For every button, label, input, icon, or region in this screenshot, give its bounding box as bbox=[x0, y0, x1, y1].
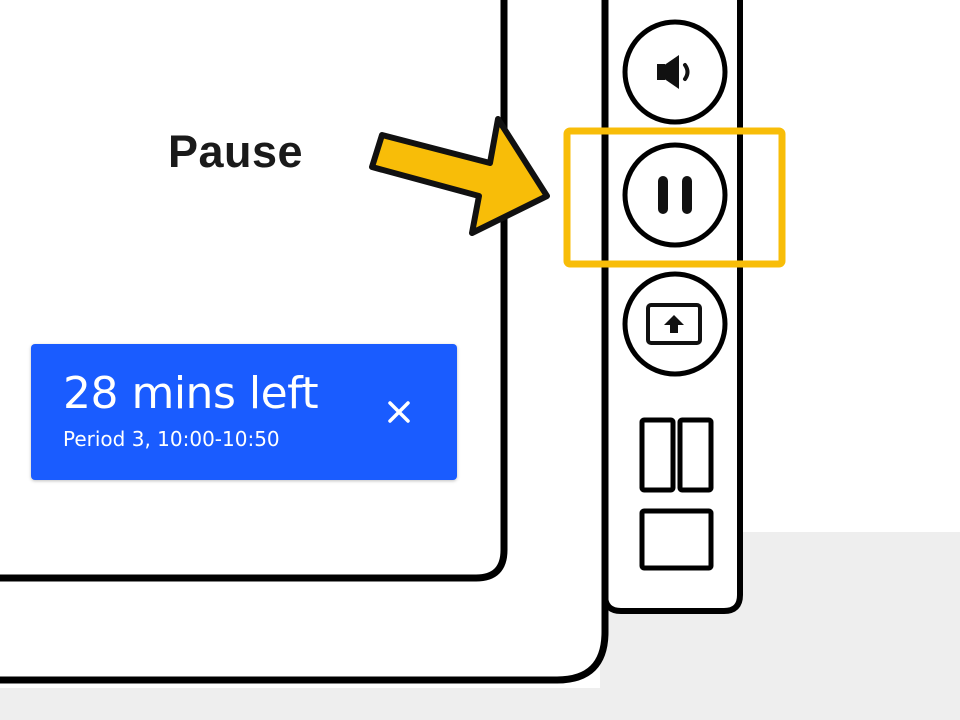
floor-strip bbox=[0, 688, 960, 720]
close-icon bbox=[388, 401, 410, 423]
toast-title: 28 mins left bbox=[63, 368, 319, 419]
share-screen-button[interactable] bbox=[622, 271, 728, 377]
toast-subtitle: Period 3, 10:00-10:50 bbox=[63, 427, 280, 451]
volume-button[interactable] bbox=[622, 19, 728, 125]
inner-screen bbox=[0, 0, 508, 582]
time-remaining-toast: 28 mins left Period 3, 10:00-10:50 bbox=[31, 344, 457, 480]
pause-annotation-label: Pause bbox=[168, 126, 304, 177]
toast-close-button[interactable] bbox=[381, 394, 417, 430]
pause-button[interactable] bbox=[622, 142, 728, 248]
